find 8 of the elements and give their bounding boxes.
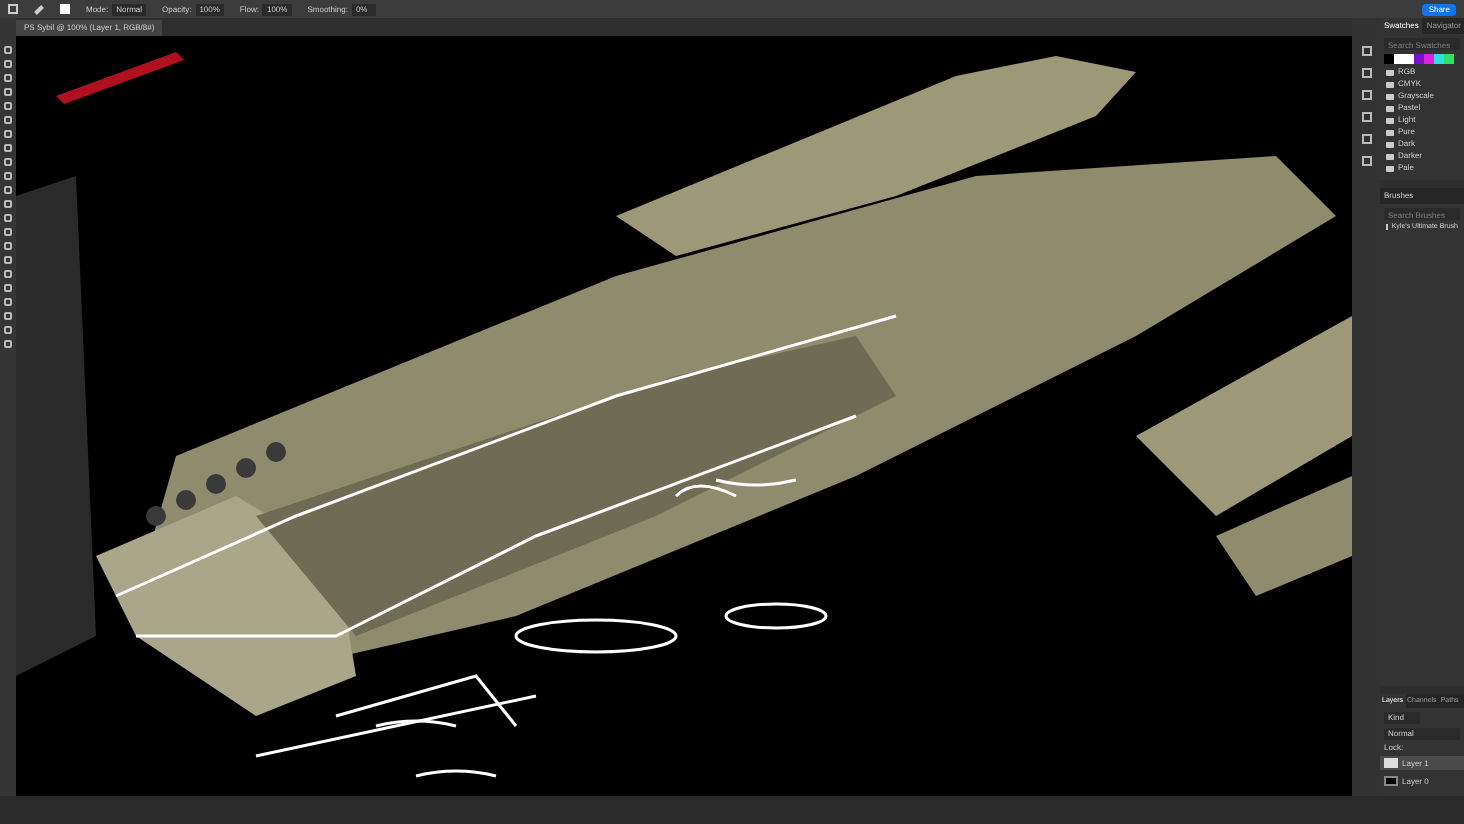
swatch[interactable] xyxy=(1424,54,1434,64)
swatch[interactable] xyxy=(1414,54,1424,64)
brush-icon[interactable] xyxy=(34,4,44,14)
swatch[interactable] xyxy=(1444,54,1454,64)
swatch[interactable] xyxy=(1404,54,1414,64)
swatch[interactable] xyxy=(1384,54,1394,64)
swatch[interactable] xyxy=(1394,54,1404,64)
swatch[interactable] xyxy=(1434,54,1444,64)
